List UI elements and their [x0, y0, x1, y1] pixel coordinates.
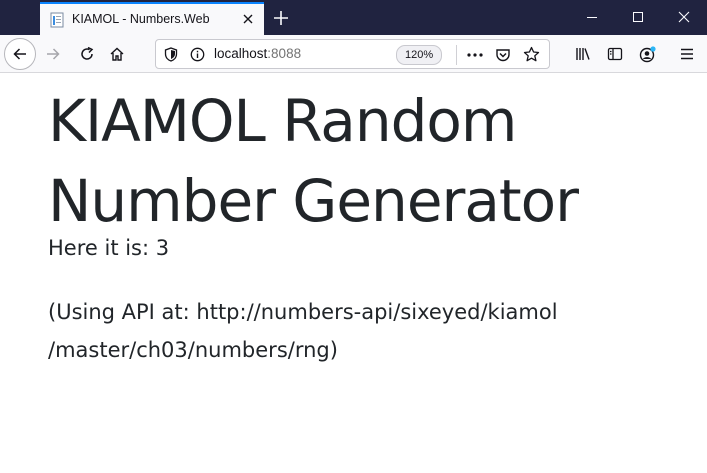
title-bar: KIAMOL - Numbers.Web	[0, 0, 707, 35]
api-url-line2: /master/ch03/numbers/rng)	[48, 338, 338, 362]
close-window-button[interactable]	[661, 0, 707, 35]
account-icon	[639, 46, 656, 63]
url-port: :8088	[267, 46, 302, 61]
maximize-button[interactable]	[615, 0, 661, 35]
sidebar-icon	[607, 47, 623, 61]
tab-title: KIAMOL - Numbers.Web	[72, 12, 210, 26]
forward-button[interactable]	[38, 39, 68, 69]
divider	[456, 45, 457, 65]
account-button[interactable]	[632, 39, 662, 69]
library-icon	[576, 48, 590, 60]
reload-icon	[81, 46, 94, 60]
menu-button[interactable]	[672, 39, 702, 69]
url-host: localhost	[214, 46, 268, 61]
back-arrow-icon	[13, 48, 26, 60]
minimize-icon	[587, 17, 597, 18]
page-title-line2: Number Generator	[48, 167, 579, 235]
api-url-line1: (Using API at: http://numbers-api/sixeye…	[48, 300, 558, 324]
more-actions-icon[interactable]	[466, 47, 484, 68]
page-content: KIAMOL Random Number Generator Here it i…	[0, 73, 707, 473]
info-icon[interactable]	[190, 47, 205, 67]
reload-button[interactable]	[72, 39, 102, 69]
address-bar[interactable]: localhost:8088 120%	[155, 39, 550, 69]
zoom-level-badge[interactable]: 120%	[396, 45, 443, 65]
api-url-note: (Using API at: http://numbers-api/sixeye…	[48, 293, 688, 369]
close-icon[interactable]	[240, 11, 256, 27]
navigation-toolbar: localhost:8088 120%	[0, 35, 707, 73]
sidebar-button[interactable]	[600, 39, 630, 69]
home-button[interactable]	[102, 39, 132, 69]
maximize-icon	[633, 12, 643, 22]
pocket-icon[interactable]	[495, 47, 511, 68]
hamburger-menu-icon	[681, 48, 693, 60]
random-number-result: Here it is: 3	[48, 236, 170, 260]
browser-tab[interactable]: KIAMOL - Numbers.Web	[40, 2, 264, 35]
minimize-button[interactable]	[569, 0, 615, 35]
home-icon	[110, 47, 124, 61]
forward-arrow-icon	[47, 48, 60, 60]
page-title-line1: KIAMOL Random	[48, 87, 517, 155]
shield-icon[interactable]	[164, 47, 178, 67]
library-button[interactable]	[568, 39, 598, 69]
plus-icon[interactable]	[270, 7, 292, 29]
close-icon	[678, 11, 690, 23]
document-favicon-icon	[50, 12, 64, 28]
page-title: KIAMOL Random Number Generator	[48, 81, 688, 241]
url-text[interactable]: localhost:8088	[214, 46, 301, 61]
star-icon[interactable]	[523, 46, 540, 68]
back-button[interactable]	[4, 38, 36, 70]
